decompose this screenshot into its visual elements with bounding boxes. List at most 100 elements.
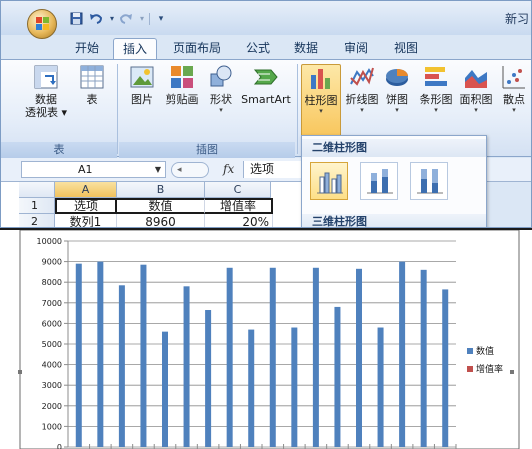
table-icon: [79, 64, 105, 90]
tab-page-layout[interactable]: 页面布局: [165, 38, 229, 59]
group-separator: [117, 64, 118, 154]
area-chart-label: 面积图: [459, 93, 493, 106]
insert-function-icon[interactable]: fx: [223, 162, 234, 176]
row-header-1[interactable]: 1: [19, 198, 55, 214]
y-tick-label: 0: [57, 443, 62, 449]
picture-button[interactable]: 图片: [125, 64, 159, 106]
bar-数值: [291, 327, 298, 447]
table-button[interactable]: 表: [77, 64, 107, 106]
cell-b2[interactable]: 8960: [117, 214, 205, 227]
tab-review[interactable]: 审阅: [335, 38, 377, 59]
gallery-section-3d-column: 三维柱形图: [302, 214, 486, 227]
bar-数值: [97, 261, 104, 447]
window-title: 新习: [504, 12, 529, 26]
chart-canvas: 1000090008000700060005000400030002000100…: [19, 230, 520, 449]
area-chart-icon: [463, 64, 489, 90]
pie-chart-label: 饼图: [386, 93, 408, 106]
y-tick-label: 4000: [42, 361, 62, 370]
bar-数值: [248, 329, 255, 447]
legend-label: 增值率: [476, 363, 503, 375]
line-chart-button[interactable]: 折线图 ▾: [343, 64, 381, 115]
bar-chart-icon: [423, 64, 449, 90]
pie-chart-button[interactable]: 饼图 ▾: [383, 64, 411, 115]
smartart-button[interactable]: SmartArt: [239, 64, 293, 106]
column-header-c[interactable]: C: [205, 182, 271, 198]
save-icon[interactable]: [69, 12, 83, 26]
customize-qat-icon[interactable]: ▾: [154, 12, 168, 26]
shapes-icon: [208, 64, 234, 90]
bar-数值: [162, 331, 168, 447]
group-tables: 数据 透视表 ▾ 表 表: [1, 60, 117, 158]
tab-data[interactable]: 数据: [285, 38, 327, 59]
y-tick-label: 5000: [42, 340, 62, 349]
formula-expand-icon[interactable]: ◂: [171, 162, 209, 178]
y-tick-label: 7000: [42, 299, 62, 308]
line-chart-icon: [349, 64, 375, 90]
tab-home[interactable]: 开始: [65, 38, 109, 59]
group-illustrations: 图片 剪贴画 形状 ▾ SmartArt 插图: [119, 60, 295, 158]
clip-art-label: 剪贴画: [165, 93, 199, 106]
redo-dropdown-icon[interactable]: ▾: [135, 12, 149, 26]
office-button[interactable]: [27, 9, 57, 39]
name-box-dropdown-icon[interactable]: ▼: [155, 162, 161, 177]
100-stacked-column-option[interactable]: [410, 162, 448, 200]
bar-chart-button[interactable]: 条形图 ▾: [417, 64, 455, 115]
bar-数值: [269, 267, 276, 447]
worksheet-grid: A B C 1 选项 数值 增值率 2 数列1 8960 20%: [1, 182, 301, 227]
shapes-button[interactable]: 形状 ▾: [205, 64, 237, 115]
undo-icon[interactable]: [89, 12, 103, 26]
bar-数值: [420, 269, 427, 447]
clip-art-icon: [169, 64, 195, 90]
y-tick-label: 3000: [42, 381, 62, 390]
select-all-corner[interactable]: [19, 182, 55, 198]
tab-formulas[interactable]: 公式: [237, 38, 279, 59]
cell-b1[interactable]: 数值: [117, 198, 205, 214]
redo-icon[interactable]: [119, 12, 133, 26]
legend-swatch: [467, 348, 473, 354]
y-tick-label: 9000: [42, 258, 62, 267]
chart-resize-handle[interactable]: [18, 370, 22, 374]
title-bar: ▾ ▾ ▾ 新习: [1, 1, 531, 39]
row-header-2[interactable]: 2: [19, 214, 55, 227]
column-chart[interactable]: 10000 9000 8000 7000 6000 5000 4000 3000 2000 100…: [0, 230, 532, 449]
legend-label: 数值: [476, 345, 494, 357]
ribbon-tabs: 开始 插入 页面布局 公式 数据 审阅 视图: [1, 35, 531, 59]
cell-a2[interactable]: 数列1: [55, 214, 117, 227]
bar-数值: [334, 306, 341, 447]
cell-a1[interactable]: 选项: [55, 198, 117, 214]
pivot-table-label-2: 透视表: [24, 106, 58, 119]
column-chart-button[interactable]: 柱形图 ▾: [301, 64, 341, 140]
pivot-table-label-1: 数据: [35, 93, 57, 106]
scatter-chart-icon: [501, 64, 527, 90]
y-tick-label: 8000: [42, 278, 62, 287]
bar-数值: [377, 327, 384, 447]
formula-input[interactable]: 选项: [243, 161, 303, 178]
chart-resize-handle[interactable]: [510, 370, 514, 374]
pivot-table-icon: [33, 64, 59, 90]
legend-swatch: [467, 366, 473, 372]
clustered-column-option[interactable]: [310, 162, 348, 200]
clip-art-button[interactable]: 剪贴画: [161, 64, 203, 106]
excel-window: ▾ ▾ ▾ 新习 开始 插入 页面布局 公式 数据 审阅 视图 数据 透视表 ▾: [0, 0, 532, 228]
column-chart-icon: [308, 65, 334, 91]
name-box-value: A1: [78, 163, 93, 176]
column-header-b[interactable]: B: [117, 182, 205, 198]
cell-c1[interactable]: 增值率: [205, 198, 273, 214]
column-header-a[interactable]: A: [55, 182, 117, 198]
scatter-chart-label: 散点: [503, 93, 525, 106]
area-chart-button[interactable]: 面积图 ▾: [457, 64, 495, 115]
bar-chart-label: 条形图: [419, 93, 453, 106]
y-tick-label: 10000: [37, 237, 62, 246]
pivot-table-button[interactable]: 数据 透视表 ▾: [23, 64, 69, 119]
cell-c2[interactable]: 20%: [205, 214, 273, 227]
undo-dropdown-icon[interactable]: ▾: [105, 12, 119, 26]
stacked-column-icon: [367, 169, 393, 194]
scatter-chart-button[interactable]: 散点 ▾: [497, 64, 531, 115]
office-logo-icon: [36, 17, 50, 31]
tab-view[interactable]: 视图: [385, 38, 427, 59]
bar-数值: [399, 261, 406, 447]
stacked-column-option[interactable]: [360, 162, 398, 200]
bar-数值: [75, 263, 82, 447]
tab-insert[interactable]: 插入: [113, 38, 157, 59]
name-box[interactable]: A1 ▼: [21, 161, 166, 178]
